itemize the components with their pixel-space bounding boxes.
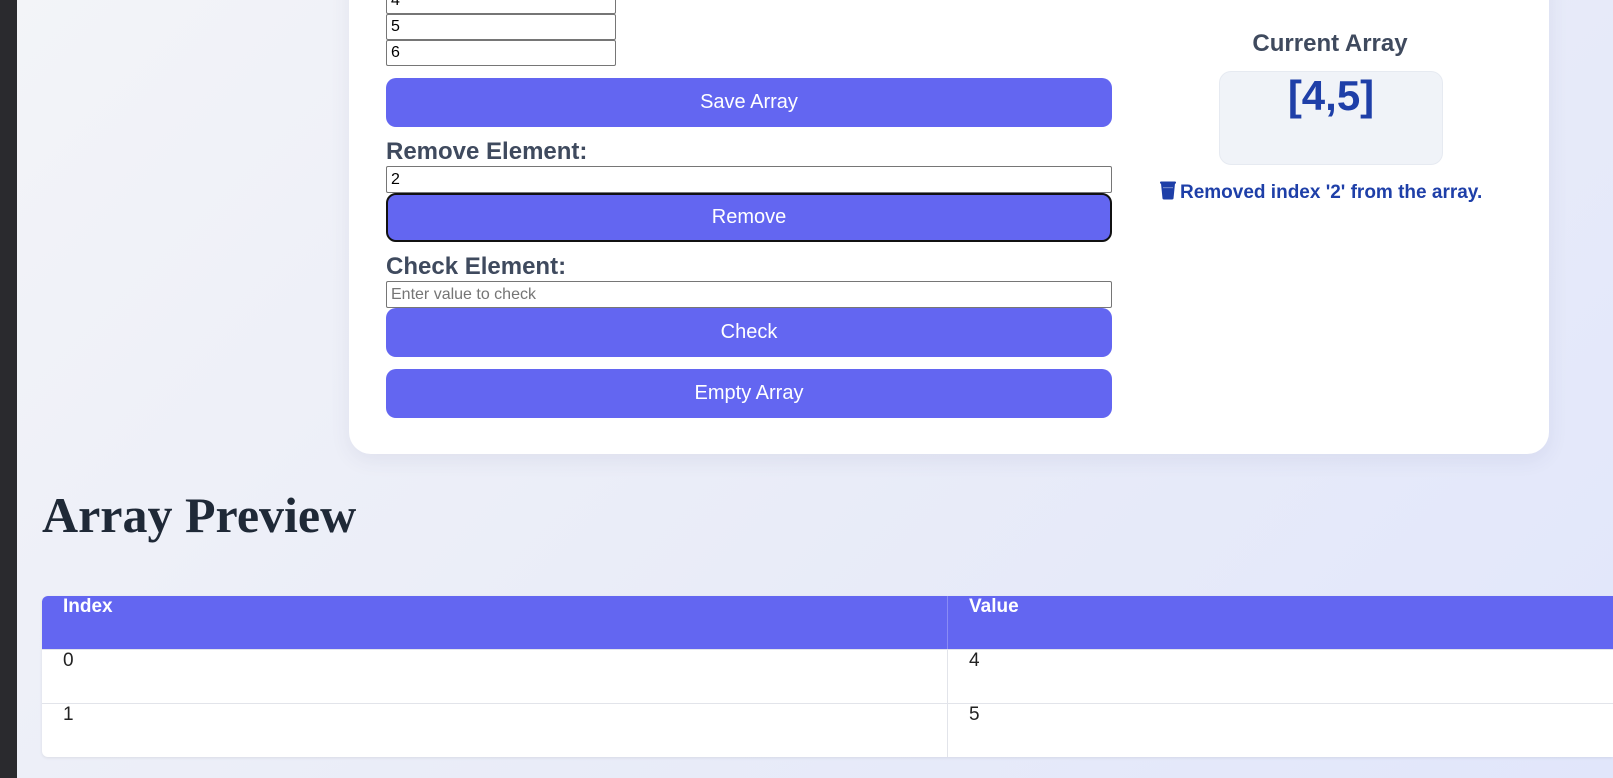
array-preview-heading: Array Preview [42, 487, 357, 543]
check-element-input[interactable] [386, 281, 1112, 308]
table-header: Index Value [42, 596, 1613, 649]
array-input-3[interactable] [386, 40, 616, 66]
check-button[interactable]: Check [386, 308, 1112, 357]
status-message-text: Removed index '2' from the array. [1180, 182, 1483, 203]
save-array-button[interactable]: Save Array [386, 78, 1112, 127]
empty-array-button[interactable]: Empty Array [386, 369, 1112, 418]
array-preview-table: Index Value 0 4 1 5 [42, 596, 1613, 757]
trash-icon [1160, 181, 1180, 203]
status-message: Removed index '2' from the array. [1160, 181, 1500, 204]
array-input-2[interactable] [386, 14, 616, 40]
column-header-value: Value [969, 596, 1019, 617]
current-array-display: [4,5] [1219, 71, 1443, 165]
column-header-index: Index [42, 596, 948, 649]
index-cell: 1 [42, 704, 948, 757]
check-element-label: Check Element: [386, 253, 567, 280]
array-input-1[interactable] [386, 0, 616, 14]
window-edge [0, 0, 17, 778]
value-cell: 5 [969, 704, 980, 725]
table-row: 0 4 [42, 649, 1613, 703]
remove-element-label: Remove Element: [386, 138, 588, 165]
remove-element-input[interactable] [386, 166, 1112, 193]
remove-button[interactable]: Remove [386, 193, 1112, 242]
index-cell: 0 [42, 650, 948, 703]
table-row: 1 5 [42, 703, 1613, 757]
current-array-title: Current Array [1252, 30, 1408, 57]
value-cell: 4 [969, 650, 980, 671]
